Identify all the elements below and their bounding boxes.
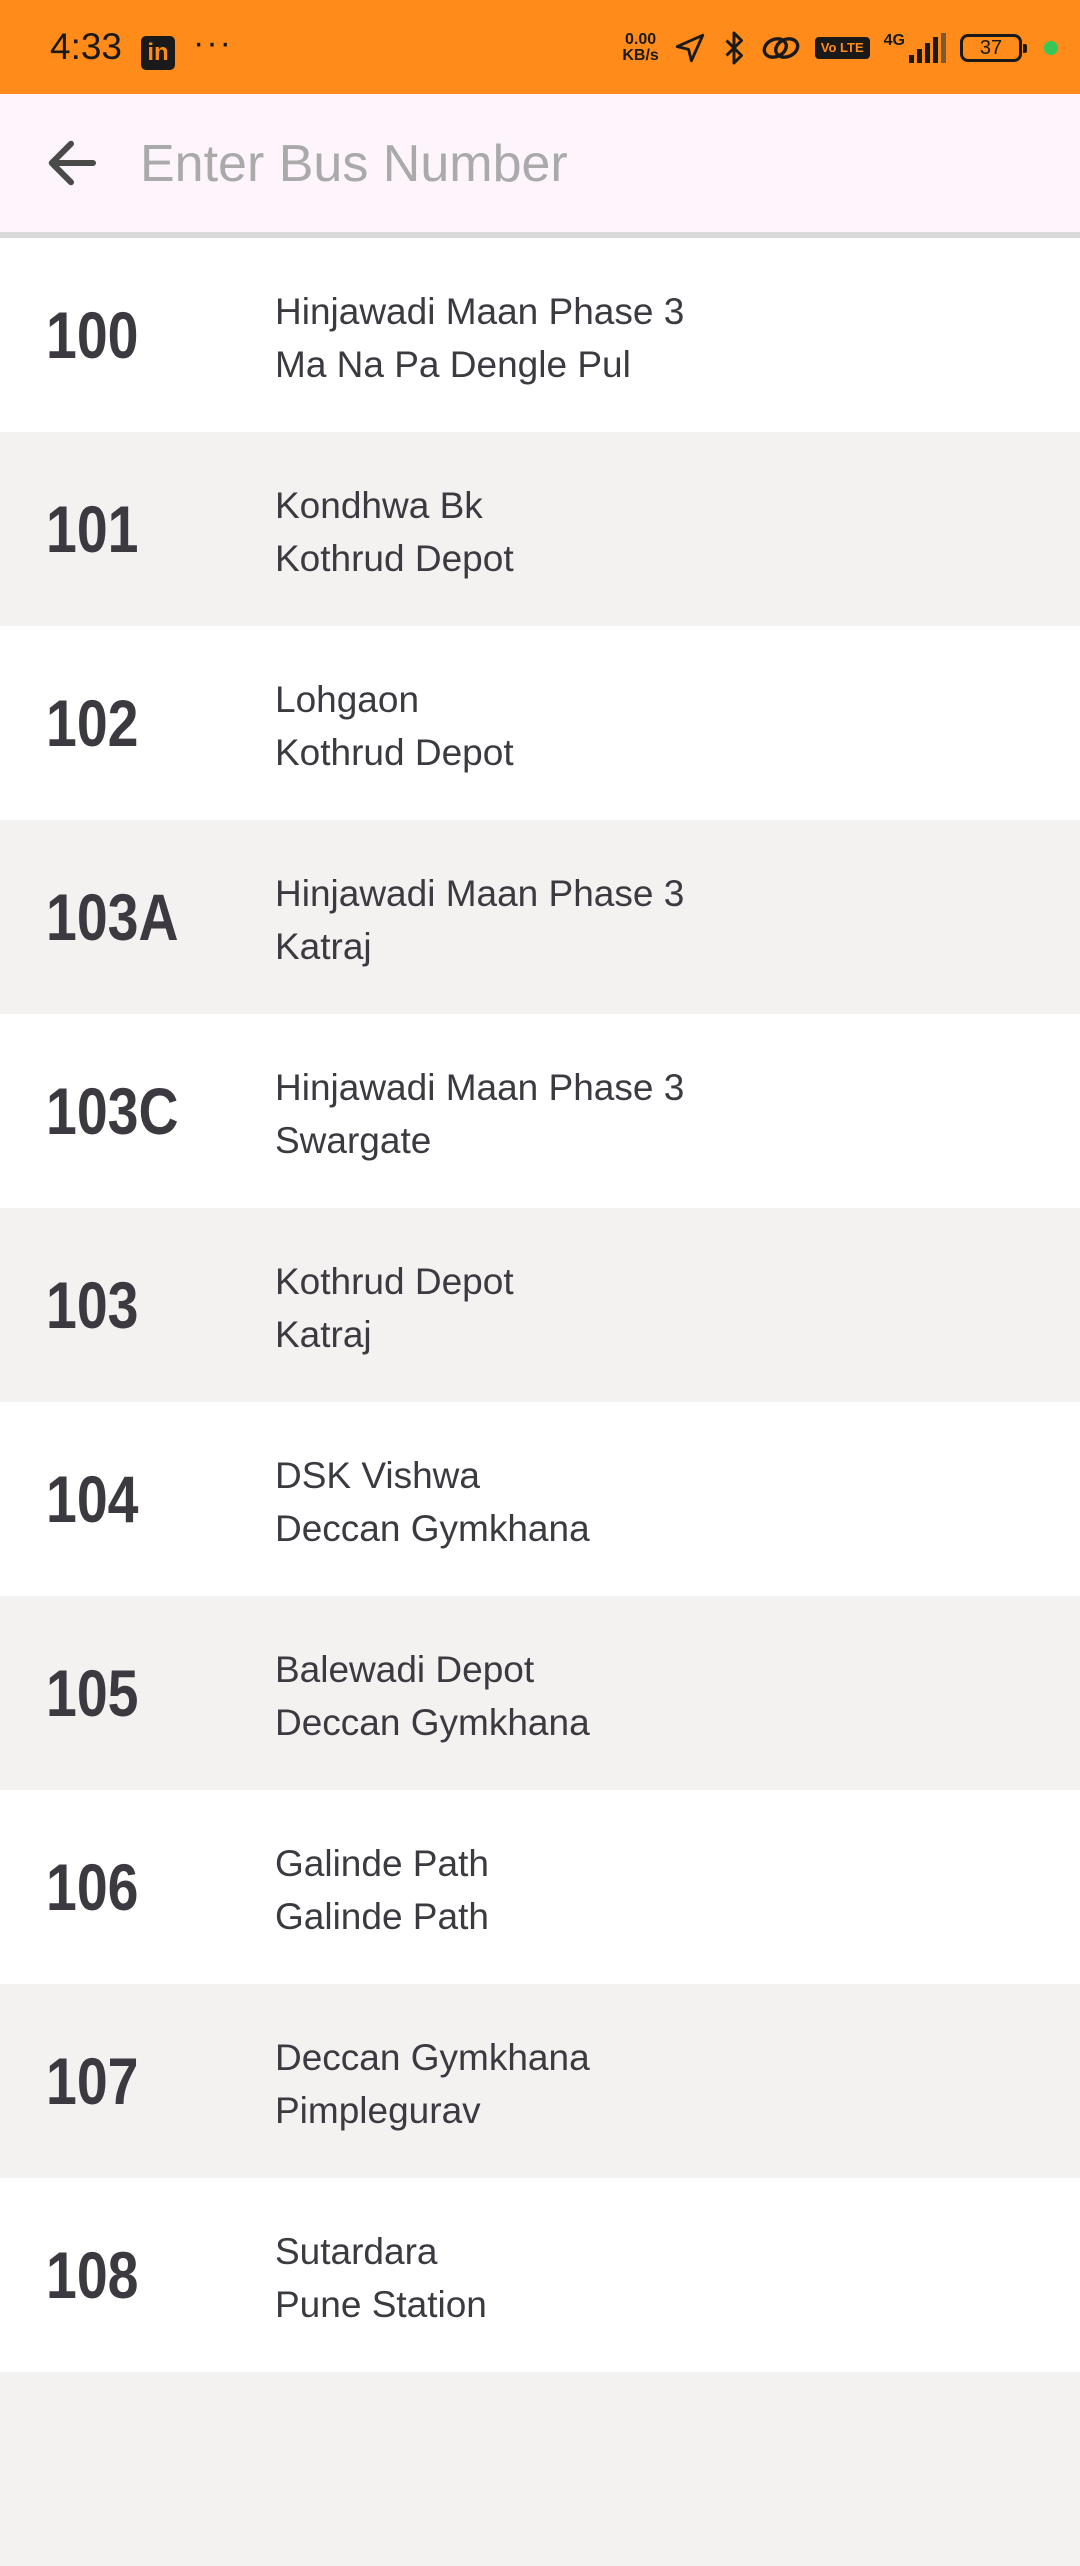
privacy-indicator-dot — [1044, 41, 1058, 55]
route-stops: Deccan Gymkhana Pimplegurav — [275, 2031, 590, 2137]
route-destination: Katraj — [275, 926, 372, 967]
route-origin: Hinjawadi Maan Phase 3 — [275, 291, 685, 332]
route-number: 106 — [46, 1850, 139, 1924]
status-icons: 0.00 KB/s Vo LTE 4G 37 — [622, 22, 1058, 74]
route-origin: Galinde Path — [275, 1843, 489, 1884]
route-number: 101 — [46, 492, 139, 566]
search-bar — [0, 94, 1080, 234]
route-row[interactable]: 105 Balewadi Depot Deccan Gymkhana — [0, 1596, 1080, 1790]
volte-icon: Vo LTE — [814, 37, 870, 59]
route-destination: Kothrud Depot — [275, 538, 514, 579]
more-notifications-icon: ··· — [193, 24, 233, 62]
route-row[interactable]: 101 Kondhwa Bk Kothrud Depot — [0, 432, 1080, 626]
route-number: 104 — [46, 1462, 139, 1536]
arrow-left-icon[interactable] — [38, 130, 104, 196]
location-icon — [675, 33, 704, 63]
network-speed-unit: KB/s — [622, 47, 659, 64]
signal-bars-icon — [909, 33, 946, 63]
linkedin-icon: in — [141, 36, 175, 70]
route-destination: Pune Station — [275, 2284, 487, 2325]
route-number: 105 — [46, 1656, 139, 1730]
route-number: 103 — [46, 1268, 139, 1342]
route-origin: Kondhwa Bk — [275, 485, 483, 526]
route-row[interactable]: 104 DSK Vishwa Deccan Gymkhana — [0, 1402, 1080, 1596]
route-stops: Kondhwa Bk Kothrud Depot — [275, 479, 514, 585]
route-origin: Hinjawadi Maan Phase 3 — [275, 873, 685, 914]
route-stops: Balewadi Depot Deccan Gymkhana — [275, 1643, 590, 1749]
route-origin: Kothrud Depot — [275, 1261, 514, 1302]
route-row[interactable]: 103 Kothrud Depot Katraj — [0, 1208, 1080, 1402]
route-origin: Hinjawadi Maan Phase 3 — [275, 1067, 685, 1108]
network-speed: 0.00 KB/s — [622, 32, 658, 64]
route-destination: Deccan Gymkhana — [275, 1508, 590, 1549]
route-stops: Sutardara Pune Station — [275, 2225, 487, 2331]
route-destination: Galinde Path — [275, 1896, 489, 1937]
route-number: 103C — [46, 1074, 179, 1148]
route-destination: Ma Na Pa Dengle Pul — [275, 344, 631, 385]
route-stops: Lohgaon Kothrud Depot — [275, 673, 514, 779]
route-row[interactable]: 106 Galinde Path Galinde Path — [0, 1790, 1080, 1984]
bluetooth-icon — [725, 31, 743, 65]
route-origin: DSK Vishwa — [275, 1455, 480, 1496]
route-destination: Pimplegurav — [275, 2090, 481, 2131]
route-list: 100 Hinjawadi Maan Phase 3 Ma Na Pa Deng… — [0, 238, 1080, 2566]
route-stops: Hinjawadi Maan Phase 3 Katraj — [275, 867, 684, 973]
battery-icon: 37 — [960, 34, 1027, 62]
network-type: 4G — [883, 32, 905, 49]
route-row[interactable]: 103C Hinjawadi Maan Phase 3 Swargate — [0, 1014, 1080, 1208]
route-origin: Sutardara — [275, 2231, 438, 2272]
route-stops: DSK Vishwa Deccan Gymkhana — [275, 1449, 590, 1555]
route-destination: Kothrud Depot — [275, 732, 514, 773]
route-stops: Kothrud Depot Katraj — [275, 1255, 514, 1361]
route-row[interactable]: 103A Hinjawadi Maan Phase 3 Katraj — [0, 820, 1080, 1014]
route-origin: Lohgaon — [275, 679, 420, 720]
route-row[interactable]: 102 Lohgaon Kothrud Depot — [0, 626, 1080, 820]
route-origin: Deccan Gymkhana — [275, 2037, 590, 2078]
cellular-signal: 4G — [884, 33, 946, 63]
route-number: 100 — [46, 298, 139, 372]
route-stops: Galinde Path Galinde Path — [275, 1837, 489, 1943]
route-row[interactable]: 100 Hinjawadi Maan Phase 3 Ma Na Pa Deng… — [0, 238, 1080, 432]
route-number: 107 — [46, 2044, 139, 2118]
route-destination: Katraj — [275, 1314, 372, 1355]
status-bar: 4:33 in ··· 0.00 KB/s Vo LTE 4G 37 — [0, 0, 1080, 94]
route-stops: Hinjawadi Maan Phase 3 Ma Na Pa Dengle P… — [275, 285, 684, 391]
route-origin: Balewadi Depot — [275, 1649, 535, 1690]
hotspot-link-icon — [762, 37, 800, 59]
route-number: 102 — [46, 686, 139, 760]
route-stops: Hinjawadi Maan Phase 3 Swargate — [275, 1061, 684, 1167]
route-row[interactable]: 107 Deccan Gymkhana Pimplegurav — [0, 1984, 1080, 2178]
bus-number-search-input[interactable] — [140, 124, 1020, 204]
status-time: 4:33 — [50, 26, 123, 67]
route-number: 108 — [46, 2238, 139, 2312]
route-destination: Swargate — [275, 1120, 432, 1161]
route-destination: Deccan Gymkhana — [275, 1702, 590, 1743]
route-row[interactable]: 108 Sutardara Pune Station — [0, 2178, 1080, 2372]
route-row-partial[interactable] — [0, 2372, 1080, 2566]
route-number: 103A — [46, 880, 179, 954]
network-speed-value: 0.00 — [625, 31, 657, 48]
